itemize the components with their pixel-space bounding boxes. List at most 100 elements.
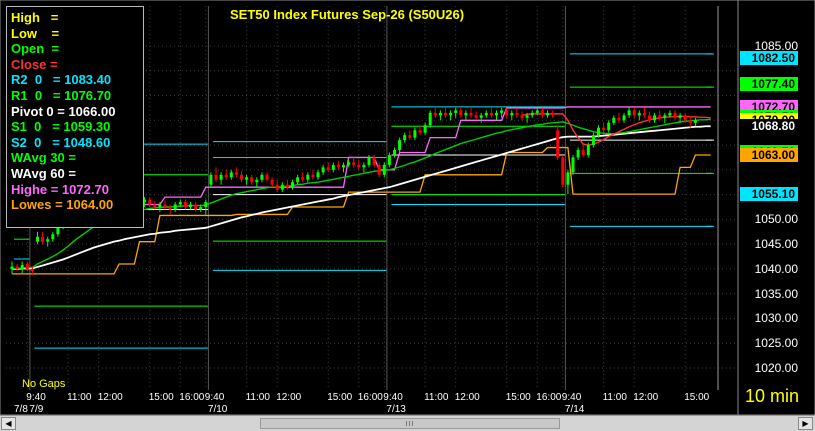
candle-body <box>693 120 697 123</box>
candle-body <box>20 264 24 269</box>
candle-body <box>520 115 524 118</box>
candle-body <box>234 172 238 175</box>
candle-body <box>387 154 391 165</box>
legend-line: WAvg 30 = <box>11 150 76 166</box>
legend-line: S1 0 = 1059.30 <box>11 119 111 135</box>
candle-body <box>438 112 442 116</box>
day-label: 7/8 <box>14 404 28 415</box>
candle-body <box>632 110 636 116</box>
candle-body <box>403 135 407 141</box>
scrollbar-thumb[interactable] <box>260 418 560 429</box>
legend-line: R1 0 = 1076.70 <box>11 87 112 103</box>
candle-body <box>556 130 560 158</box>
candle-body <box>576 150 580 158</box>
y-tick-label: 1020.00 <box>754 361 798 375</box>
legend-line: Pivot 0 = 1066.00 <box>11 103 116 119</box>
y-tick-label: 1050.00 <box>754 212 798 227</box>
candle-body <box>530 112 534 116</box>
candle-body <box>46 239 50 242</box>
candle-body <box>224 174 228 178</box>
chart-window: SET50 Index Futures Sep-26 (S50U26) High… <box>0 0 815 431</box>
legend-line: S2 0 = 1048.60 <box>11 134 111 150</box>
candle-body <box>683 115 687 121</box>
day-label: 7/14 <box>564 404 585 415</box>
x-tick-label: 12:00 <box>97 392 123 403</box>
legend-line: Lowes = 1064.00 <box>11 197 114 213</box>
candle-body <box>551 112 555 116</box>
candle-body <box>393 150 396 155</box>
arrow-right-icon[interactable]: ▶ <box>798 417 813 430</box>
candle-body <box>362 164 366 168</box>
interval-label[interactable]: 10 min <box>745 386 799 407</box>
candle-body <box>597 127 600 136</box>
horizontal-scrollbar[interactable]: ◀ ▶ <box>0 415 815 431</box>
candle-body <box>168 207 172 210</box>
candle-body <box>209 174 213 185</box>
candle-body <box>275 184 279 190</box>
candle-body <box>413 130 417 138</box>
candle-body <box>158 204 162 207</box>
candle-body <box>495 112 498 116</box>
candle-body <box>673 112 677 118</box>
candle-body <box>566 172 570 185</box>
candle-body <box>321 167 325 173</box>
candle-body <box>36 236 39 242</box>
candle-body <box>571 157 575 173</box>
candle-body <box>163 204 167 207</box>
legend-line: R2 0 = 1083.40 <box>11 72 112 88</box>
candle-body <box>255 179 259 183</box>
candle-body <box>617 117 621 121</box>
thumb-grip <box>412 421 413 426</box>
candle-body <box>648 115 651 121</box>
candle-body <box>525 115 529 118</box>
candle-body <box>204 202 208 207</box>
candle-body <box>668 112 672 116</box>
candle-body <box>316 172 320 178</box>
candle-body <box>637 112 641 116</box>
candle-body <box>663 115 667 118</box>
x-tick-label: 16:00 <box>536 392 562 403</box>
candle-body <box>260 174 264 180</box>
x-tick-label: 9:40 <box>383 392 403 403</box>
candle-body <box>444 112 447 116</box>
x-tick-label: 11:00 <box>602 392 627 403</box>
x-tick-label: 12:00 <box>633 392 659 403</box>
x-tick-label: 15:00 <box>327 392 353 403</box>
candle-body <box>336 164 340 168</box>
candle-body <box>454 110 458 113</box>
candle-body <box>245 177 249 180</box>
candle-body <box>173 204 177 210</box>
arrow-left-icon[interactable]: ◀ <box>1 417 16 430</box>
candle-body <box>10 266 14 269</box>
candle-body <box>423 125 427 133</box>
x-tick-label: 11:00 <box>245 392 270 403</box>
candle-body <box>199 207 203 210</box>
candle-body <box>642 112 646 116</box>
candle-body <box>331 164 335 170</box>
candle-body <box>627 110 631 116</box>
candle-body <box>214 174 218 180</box>
candle-body <box>357 164 361 168</box>
y-tick-label: 1025.00 <box>754 336 798 351</box>
chart-title: SET50 Index Futures Sep-26 (S50U26) <box>230 7 465 22</box>
candle-body <box>622 115 626 121</box>
candle-body <box>296 177 300 183</box>
candle-body <box>25 263 29 269</box>
candle-body <box>510 112 514 116</box>
candle-body <box>408 135 412 138</box>
day-label: 7/13 <box>386 404 406 415</box>
thumb-grip <box>409 421 410 426</box>
candle-body <box>148 199 152 205</box>
candle-body <box>342 164 345 168</box>
candle-body <box>183 202 187 207</box>
candle-body <box>658 115 662 118</box>
x-tick-label: 11:00 <box>424 392 449 403</box>
candle-body <box>219 174 223 180</box>
candle-body <box>459 110 463 116</box>
candle-body <box>153 204 157 207</box>
candle-body <box>229 172 233 178</box>
candle-body <box>688 120 692 123</box>
candle-body <box>535 110 539 113</box>
x-tick-label: 12:00 <box>276 392 302 403</box>
candle-body <box>479 115 483 118</box>
